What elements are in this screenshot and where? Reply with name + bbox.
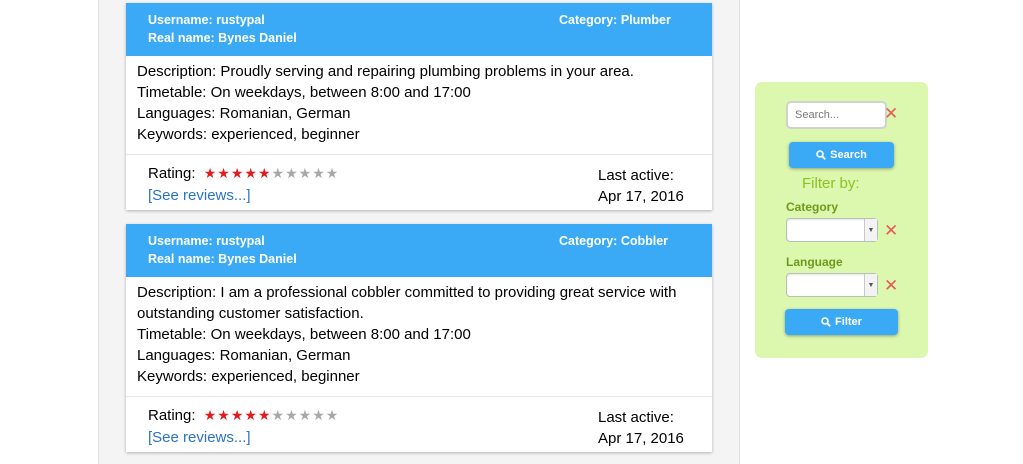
filter-button-label: Filter [835, 316, 862, 328]
languages: Languages: Romanian, German [137, 105, 351, 122]
description: Description: I am a professional cobbler… [137, 284, 677, 322]
filter-by-title: Filter by: [802, 175, 860, 192]
star-icon: ★ [325, 407, 340, 423]
clear-search-icon[interactable]: ✕ [884, 105, 898, 122]
category-label: Category [786, 200, 839, 214]
star-icon: ★ [271, 407, 286, 423]
rating-label: Rating: [148, 165, 196, 182]
see-reviews-link[interactable]: [See reviews...] [148, 429, 251, 446]
card-body: Description: Proudly serving and repairi… [126, 56, 712, 155]
star-icon: ★ [217, 407, 231, 423]
last-active-date: Apr 17, 2016 [598, 188, 684, 205]
username: Username: rustypal [148, 234, 265, 248]
magnifier-icon [816, 150, 826, 160]
card-header: Username: rustypal Real name: Bynes Dani… [126, 3, 712, 56]
language-select[interactable]: ▼ [786, 273, 878, 297]
category: Category: Cobbler [559, 234, 669, 248]
filter-panel: ✕ Search Filter by: Category ▼ ✕ Languag… [755, 82, 928, 358]
chevron-down-icon: ▼ [864, 219, 877, 241]
search-button-label: Search [830, 149, 867, 161]
description: Description: Proudly serving and repairi… [137, 63, 634, 80]
star-icon: ★ [285, 407, 299, 423]
real-name: Real name: Bynes Daniel [148, 31, 297, 45]
rating-label: Rating: [148, 407, 196, 424]
star-icon: ★ [285, 165, 299, 181]
keywords: Keywords: experienced, beginner [137, 368, 360, 385]
rating: Rating: ★★★★★★★★★★ [148, 165, 339, 182]
star-icon: ★ [312, 165, 326, 181]
timetable: Timetable: On weekdays, between 8:00 and… [137, 326, 471, 343]
rating-stars: ★★★★★★★★★★ [204, 407, 340, 424]
keywords: Keywords: experienced, beginner [137, 126, 360, 143]
timetable: Timetable: On weekdays, between 8:00 and… [137, 84, 471, 101]
star-icon: ★ [271, 165, 286, 181]
star-icon: ★ [298, 407, 313, 423]
star-icon: ★ [244, 165, 258, 181]
card-body: Description: I am a professional cobbler… [126, 277, 712, 397]
star-icon: ★ [257, 407, 272, 423]
filter-button[interactable]: Filter [785, 309, 898, 335]
card-header: Username: rustypal Real name: Bynes Dani… [126, 224, 712, 277]
last-active: Last active: Apr 17, 2016 [598, 407, 684, 449]
star-icon: ★ [312, 407, 326, 423]
chevron-down-icon: ▼ [864, 274, 877, 296]
card-footer: Rating: ★★★★★★★★★★ [See reviews...] Last… [126, 397, 712, 452]
star-icon: ★ [230, 165, 245, 181]
last-active-label: Last active: [598, 409, 674, 426]
listing-card: Username: rustypal Real name: Bynes Dani… [126, 3, 712, 210]
star-icon: ★ [230, 407, 245, 423]
last-active-label: Last active: [598, 167, 674, 184]
last-active-date: Apr 17, 2016 [598, 430, 684, 447]
card-footer: Rating: ★★★★★★★★★★ [See reviews...] Last… [126, 155, 712, 210]
star-icon: ★ [244, 407, 258, 423]
star-icon: ★ [203, 165, 218, 181]
star-icon: ★ [217, 165, 231, 181]
languages: Languages: Romanian, German [137, 347, 351, 364]
star-icon: ★ [298, 165, 313, 181]
clear-category-icon[interactable]: ✕ [884, 222, 898, 239]
star-icon: ★ [203, 407, 218, 423]
see-reviews-link[interactable]: [See reviews...] [148, 187, 251, 204]
category: Category: Plumber [559, 13, 671, 27]
category-select[interactable]: ▼ [786, 218, 878, 242]
clear-language-icon[interactable]: ✕ [884, 277, 898, 294]
rating-stars: ★★★★★★★★★★ [204, 165, 340, 182]
rating: Rating: ★★★★★★★★★★ [148, 407, 339, 424]
search-button[interactable]: Search [789, 142, 894, 168]
real-name: Real name: Bynes Daniel [148, 252, 297, 266]
username: Username: rustypal [148, 13, 265, 27]
language-label: Language [786, 255, 843, 269]
magnifier-icon [821, 317, 831, 327]
star-icon: ★ [325, 165, 340, 181]
star-icon: ★ [257, 165, 272, 181]
search-input[interactable] [786, 101, 887, 129]
last-active: Last active: Apr 17, 2016 [598, 165, 684, 207]
listing-card: Username: rustypal Real name: Bynes Dani… [126, 224, 712, 452]
